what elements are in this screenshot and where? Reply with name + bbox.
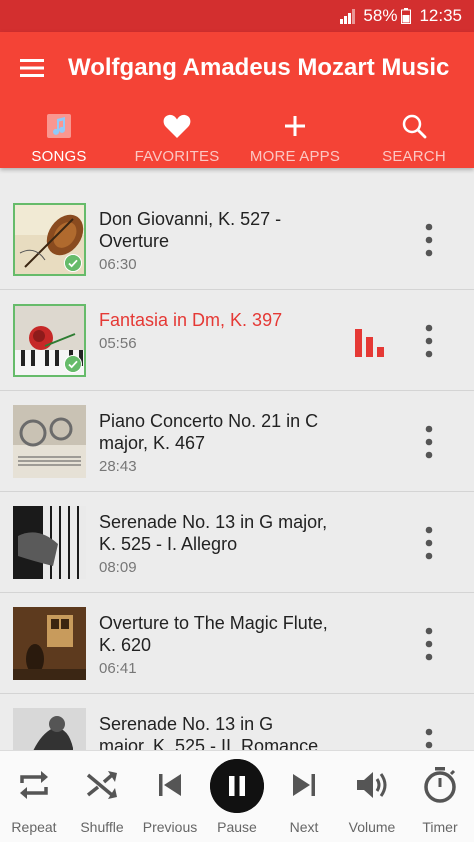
signal-icon [340, 9, 356, 24]
song-title: Serenade No. 13 in Gmajor, K. 525 - II. … [99, 714, 324, 750]
song-list: Don Giovanni, K. 527 - Overture 06:30 Fan… [0, 190, 474, 750]
song-item[interactable]: Fantasia in Dm, K. 397 05:56 [0, 291, 474, 391]
song-title: Piano Concerto No. 21 in Cmajor, K. 467 [99, 411, 319, 453]
song-item[interactable]: Piano Concerto No. 21 in Cmajor, K. 467 … [0, 392, 474, 492]
volume-button[interactable]: Volume [338, 751, 406, 842]
volume-icon [357, 772, 387, 798]
favorite-check-icon [64, 355, 82, 373]
tab-more-apps[interactable]: MORE APPS [236, 108, 354, 168]
more-options-icon[interactable] [420, 323, 438, 359]
timer-button[interactable]: Timer [406, 751, 474, 842]
tab-search-label: SEARCH [382, 148, 446, 165]
song-title: Fantasia in Dm, K. 397 [99, 310, 283, 330]
app-bar: Wolfgang Amadeus Mozart Music SONGS FAVO… [0, 32, 474, 168]
more-options-icon[interactable] [420, 727, 438, 750]
album-art [13, 708, 86, 750]
skip-previous-icon [159, 774, 181, 796]
plus-icon [285, 116, 305, 136]
battery-percent: 58% [363, 6, 398, 25]
song-duration: 05:56 [99, 335, 137, 352]
tab-more-apps-label: MORE APPS [249, 148, 341, 165]
song-duration: 28:43 [99, 458, 137, 475]
search-icon [402, 114, 427, 139]
music-note-icon [47, 114, 71, 138]
pause-button[interactable]: Pause [204, 751, 270, 842]
album-art [13, 304, 86, 377]
more-options-icon[interactable] [420, 626, 438, 662]
song-duration: 06:41 [99, 660, 137, 677]
repeat-button[interactable]: Repeat [0, 751, 68, 842]
timer-label: Timer [422, 819, 458, 835]
song-title: Serenade No. 13 in G major, K. 525 - I. A… [99, 512, 328, 554]
song-title: Overture to The Magic Flute, K. 620 [99, 613, 328, 655]
tab-bar: SONGS FAVORITES MORE APPS SEARCH [0, 108, 474, 168]
song-item[interactable]: Serenade No. 13 in G major, K. 525 - I. A… [0, 493, 474, 593]
album-art [13, 506, 86, 579]
now-playing-equalizer-icon [355, 329, 384, 357]
status-time: 12:35 [419, 6, 462, 25]
tab-favorites-label: FAVORITES [134, 148, 220, 165]
repeat-label: Repeat [11, 819, 57, 835]
hamburger-menu-icon[interactable] [18, 56, 46, 80]
player-controls: Repeat Shuffle Previous Pause Next Volum… [0, 750, 474, 842]
album-art [13, 203, 86, 276]
more-options-icon[interactable] [420, 424, 438, 460]
pause-icon [210, 759, 264, 813]
more-options-icon[interactable] [420, 222, 438, 258]
shuffle-label: Shuffle [80, 819, 124, 835]
timer-icon [424, 767, 456, 803]
song-title: Don Giovanni, K. 527 - Overture [99, 209, 282, 251]
shuffle-button[interactable]: Shuffle [68, 751, 136, 842]
next-button[interactable]: Next [270, 751, 338, 842]
more-options-icon[interactable] [420, 525, 438, 561]
album-art [13, 405, 86, 478]
song-item[interactable]: Overture to The Magic Flute, K. 620 06:41 [0, 594, 474, 694]
song-duration: 06:30 [99, 256, 137, 273]
skip-next-icon [293, 774, 315, 796]
album-art [13, 607, 86, 680]
favorite-check-icon [64, 254, 82, 272]
status-bar: 58% 12:35 [0, 0, 474, 32]
pause-label: Pause [217, 819, 257, 835]
heart-icon [163, 114, 191, 138]
tab-songs[interactable]: SONGS [0, 108, 118, 168]
app-title: Wolfgang Amadeus Mozart Music [68, 54, 450, 81]
previous-label: Previous [142, 819, 198, 835]
shuffle-icon [86, 771, 117, 799]
next-label: Next [289, 819, 319, 835]
song-item[interactable]: Don Giovanni, K. 527 - Overture 06:30 [0, 190, 474, 290]
tab-songs-label: SONGS [31, 148, 87, 165]
previous-button[interactable]: Previous [136, 751, 204, 842]
volume-label: Volume [348, 819, 396, 835]
song-item[interactable]: Serenade No. 13 in Gmajor, K. 525 - II. … [0, 695, 474, 750]
tab-search[interactable]: SEARCH [354, 108, 474, 168]
song-duration: 08:09 [99, 559, 137, 576]
tab-favorites[interactable]: FAVORITES [118, 108, 236, 168]
battery-icon [401, 8, 412, 24]
repeat-icon [20, 771, 48, 799]
